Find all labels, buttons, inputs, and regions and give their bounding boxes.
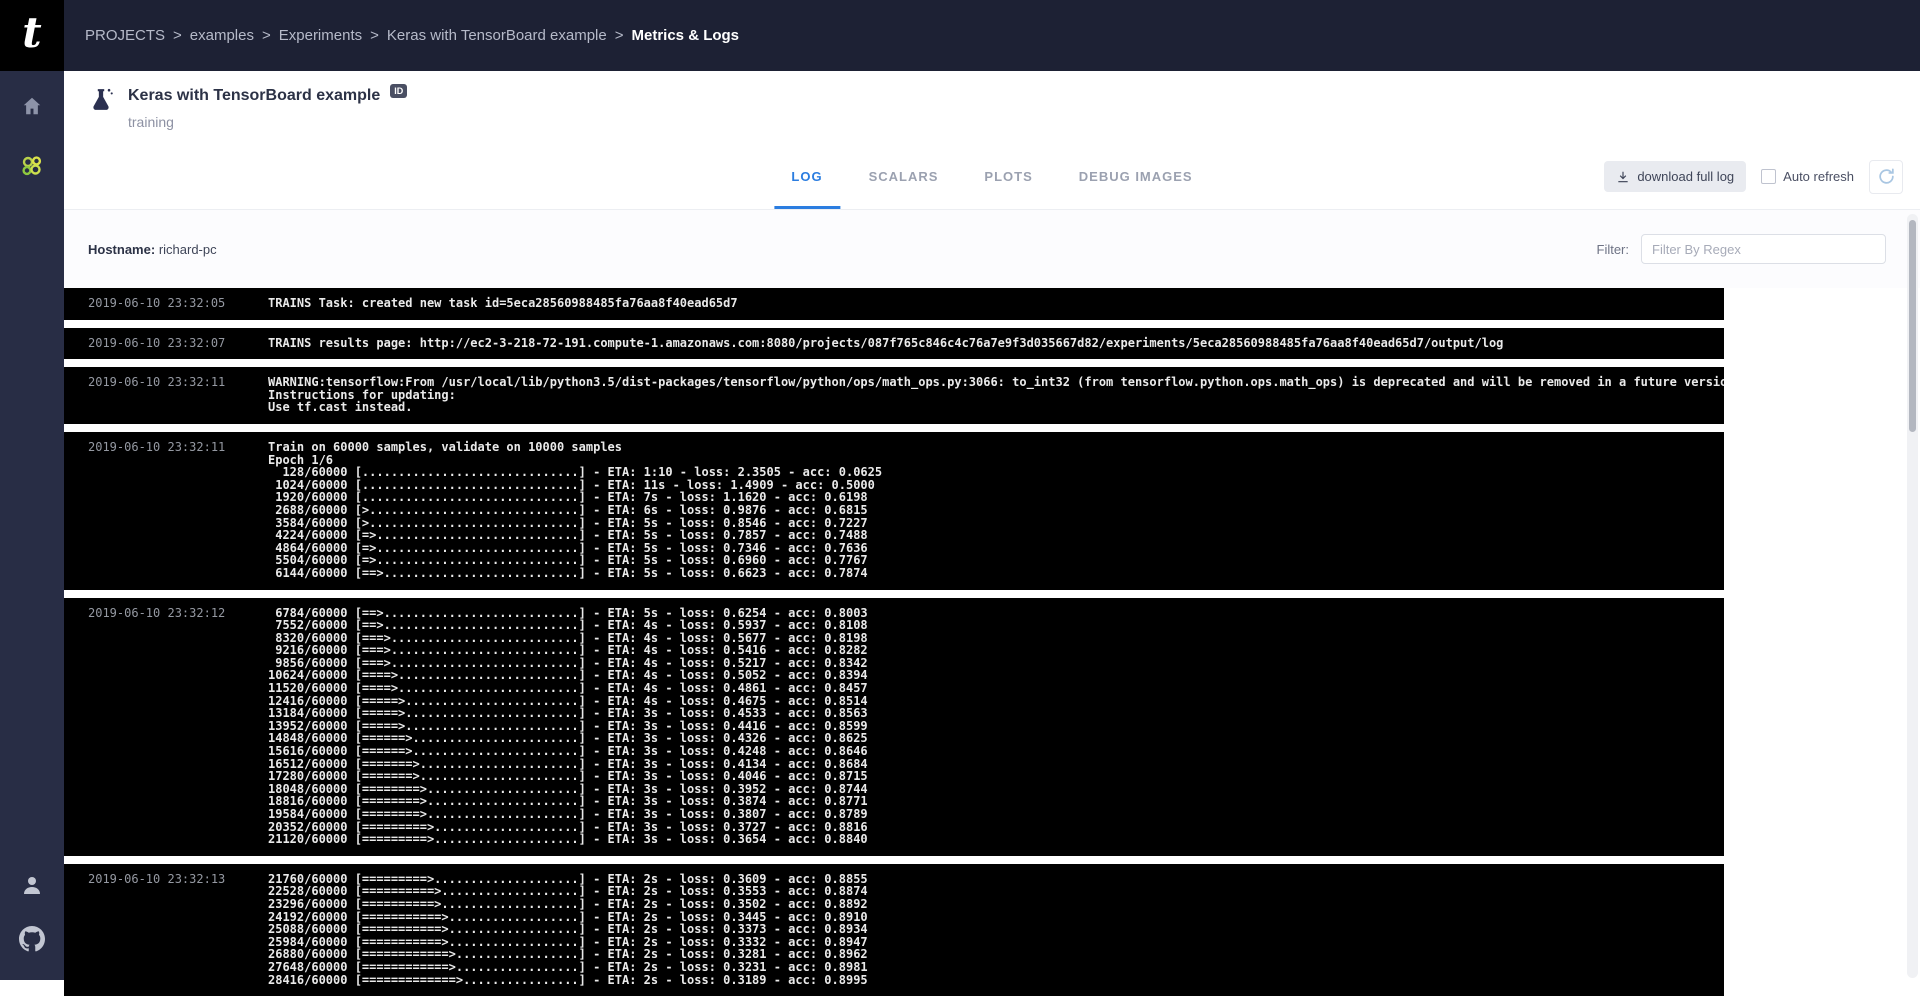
top-bar: PROJECTS > examples > Experiments > Kera… <box>64 0 1920 71</box>
refresh-icon <box>1877 167 1896 186</box>
breadcrumb-projects[interactable]: PROJECTS <box>85 27 165 44</box>
download-full-log-label: download full log <box>1637 169 1734 184</box>
refresh-button[interactable] <box>1869 160 1903 194</box>
hostname: Hostname: richard-pc <box>88 242 217 257</box>
log-row: 2019-06-10 23:32:13 21760/60000 [=======… <box>64 864 1724 996</box>
log-controls: download full log Auto refresh <box>1604 144 1903 209</box>
tabs: LOG SCALARS PLOTS DEBUG IMAGES <box>791 144 1192 209</box>
logo-letter: t <box>22 12 41 60</box>
scrollbar-track[interactable] <box>1907 214 1918 978</box>
log-text: TRAINS Task: created new task id=5eca285… <box>268 288 1724 320</box>
breadcrumb-experiments[interactable]: Experiments <box>279 27 362 44</box>
trains-brain-icon[interactable] <box>17 151 47 181</box>
experiment-id-badge[interactable]: ID <box>390 84 407 98</box>
log-text: 21760/60000 [=========>.................… <box>268 864 1724 996</box>
log-timestamp: 2019-06-10 23:32:05 <box>64 288 268 320</box>
log-text: WARNING:tensorflow:From /usr/local/lib/p… <box>268 367 1724 424</box>
github-icon[interactable] <box>17 924 47 954</box>
hostname-value: richard-pc <box>159 242 217 257</box>
breadcrumb-separator: > <box>370 27 379 44</box>
log-row: 2019-06-10 23:32:05 TRAINS Task: created… <box>64 288 1724 320</box>
auto-refresh-label: Auto refresh <box>1783 169 1854 184</box>
sidebar-bottom <box>17 870 47 954</box>
log-row: 2019-06-10 23:32:07 TRAINS results page:… <box>64 328 1724 360</box>
download-icon <box>1616 170 1630 184</box>
tabs-row: LOG SCALARS PLOTS DEBUG IMAGES download … <box>64 144 1920 210</box>
breadcrumb-separator: > <box>615 27 624 44</box>
sidebar <box>0 71 64 980</box>
experiment-header: Keras with TensorBoard example ID traini… <box>64 71 1920 144</box>
filter-group: Filter: <box>1597 234 1887 264</box>
log-text: Train on 60000 samples, validate on 1000… <box>268 432 1724 590</box>
experiment-status: training <box>128 114 407 130</box>
filter-regex-input[interactable] <box>1641 234 1886 264</box>
app-logo[interactable]: t <box>0 0 64 71</box>
experiment-title: Keras with TensorBoard example <box>128 87 380 105</box>
breadcrumb-separator: > <box>262 27 271 44</box>
scrollbar-thumb[interactable] <box>1909 220 1916 432</box>
breadcrumb-examples[interactable]: examples <box>190 27 254 44</box>
experiment-flask-icon <box>88 87 114 117</box>
auto-refresh-checkbox[interactable] <box>1761 169 1776 184</box>
breadcrumb-experiment-name[interactable]: Keras with TensorBoard example <box>387 27 607 44</box>
experiment-titles: Keras with TensorBoard example ID traini… <box>128 87 407 144</box>
hostname-label: Hostname: <box>88 242 155 257</box>
profile-icon[interactable] <box>17 870 47 900</box>
tab-debug-images[interactable]: DEBUG IMAGES <box>1079 144 1193 209</box>
breadcrumb: PROJECTS > examples > Experiments > Kera… <box>85 27 739 44</box>
log-timestamp: 2019-06-10 23:32:11 <box>64 432 268 590</box>
log-text: TRAINS results page: http://ec2-3-218-72… <box>268 328 1724 360</box>
home-icon[interactable] <box>17 91 47 121</box>
breadcrumb-current: Metrics & Logs <box>632 27 740 44</box>
log-timestamp: 2019-06-10 23:32:07 <box>64 328 268 360</box>
trains-brain-glyph <box>19 153 45 179</box>
log-timestamp: 2019-06-10 23:32:13 <box>64 864 268 996</box>
main-content: Keras with TensorBoard example ID traini… <box>64 71 1920 1004</box>
log-row: 2019-06-10 23:32:11 WARNING:tensorflow:F… <box>64 367 1724 424</box>
tab-log[interactable]: LOG <box>791 144 822 209</box>
log-info-row: Hostname: richard-pc Filter: <box>64 210 1920 288</box>
filter-label: Filter: <box>1597 242 1630 257</box>
auto-refresh-control: Auto refresh <box>1761 169 1854 184</box>
profile-icon-glyph <box>20 873 44 897</box>
log-row: 2019-06-10 23:32:11 Train on 60000 sampl… <box>64 432 1724 590</box>
log-timestamp: 2019-06-10 23:32:11 <box>64 367 268 424</box>
download-full-log-button[interactable]: download full log <box>1604 161 1746 192</box>
log-timestamp: 2019-06-10 23:32:12 <box>64 598 268 856</box>
log-text: 6784/60000 [==>.........................… <box>268 598 1724 856</box>
home-icon-glyph <box>21 95 43 117</box>
breadcrumb-separator: > <box>173 27 182 44</box>
tab-scalars[interactable]: SCALARS <box>869 144 939 209</box>
log-console[interactable]: 2019-06-10 23:32:05 TRAINS Task: created… <box>64 288 1724 996</box>
tab-plots[interactable]: PLOTS <box>984 144 1032 209</box>
log-row: 2019-06-10 23:32:12 6784/60000 [==>.....… <box>64 598 1724 856</box>
github-icon-glyph <box>19 926 45 952</box>
